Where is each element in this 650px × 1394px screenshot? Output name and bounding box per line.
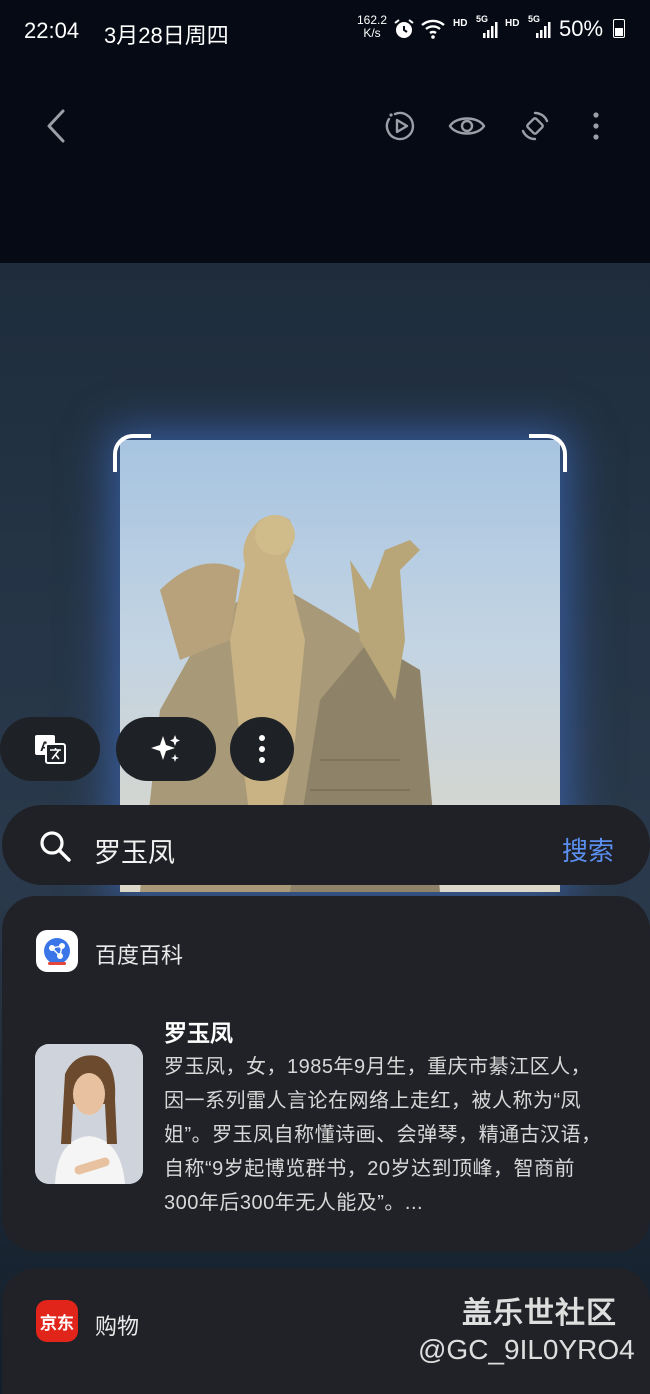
crop-handle-top-left[interactable] (113, 434, 151, 472)
watermark-user: @GC_9IL0YRO4 (418, 1334, 635, 1365)
search-bar: 罗玉凤 搜索 (2, 805, 650, 885)
wifi-icon (421, 19, 445, 39)
sparkle-icon (151, 735, 180, 762)
battery-percent: 50% (559, 16, 604, 41)
signal-icon-1 (483, 22, 498, 38)
baike-icon (44, 938, 70, 965)
viewer-toolbar (0, 90, 650, 162)
battery-icon (613, 19, 625, 38)
shopping-label: 购物 (95, 1314, 140, 1339)
result-title: 罗玉凤 (164, 1020, 233, 1046)
crop-handle-top-right[interactable] (529, 434, 567, 472)
translate-button[interactable]: A (0, 717, 100, 781)
back-icon (47, 109, 65, 143)
back-button[interactable] (34, 104, 78, 148)
hd-label-2: HD (505, 18, 520, 29)
translate-icon: A (35, 735, 66, 764)
rotate-icon (521, 111, 549, 141)
result-card-baike[interactable]: 百度百科 罗玉凤 罗玉凤，女，1985年9月生，重庆市綦江区人，因一系列雷人言论… (2, 896, 650, 1252)
search-input[interactable]: 罗玉凤 (94, 831, 175, 870)
result-description: 罗玉凤，女，1985年9月生，重庆市綦江区人，因一系列雷人言论在网络上走红，被人… (164, 1056, 602, 1214)
jd-logo: 京东 (36, 1300, 78, 1342)
baidu-baike-logo (36, 930, 78, 972)
view-button[interactable] (445, 104, 489, 148)
play-motion-icon (385, 111, 415, 141)
more-actions-button[interactable] (230, 717, 294, 781)
motion-photo-button[interactable] (378, 104, 422, 148)
network-speed: 162.2 K/s (355, 14, 389, 40)
more-icon (593, 112, 599, 140)
rotate-button[interactable] (513, 104, 557, 148)
signal-icon-2 (536, 22, 551, 38)
more-vertical-icon (259, 735, 265, 763)
search-button[interactable]: 搜索 (562, 831, 614, 868)
alarm-icon (394, 19, 414, 38)
status-date: 3月28日周四 (104, 23, 229, 48)
network-speed-unit: K/s (363, 26, 381, 40)
more-options-button[interactable] (574, 104, 618, 148)
status-bar: 22:04 3月28日周四 162.2 K/s HD 5G HD 5G 50% (0, 0, 650, 64)
watermark-community: 盖乐世社区 (462, 1297, 617, 1330)
result-thumbnail (35, 1044, 143, 1184)
source-name: 百度百科 (95, 943, 184, 968)
eye-icon (448, 117, 486, 135)
ai-sparkle-button[interactable] (116, 717, 216, 781)
search-icon (40, 831, 71, 862)
hd-label-1: HD (453, 18, 468, 29)
status-time: 22:04 (24, 18, 80, 43)
